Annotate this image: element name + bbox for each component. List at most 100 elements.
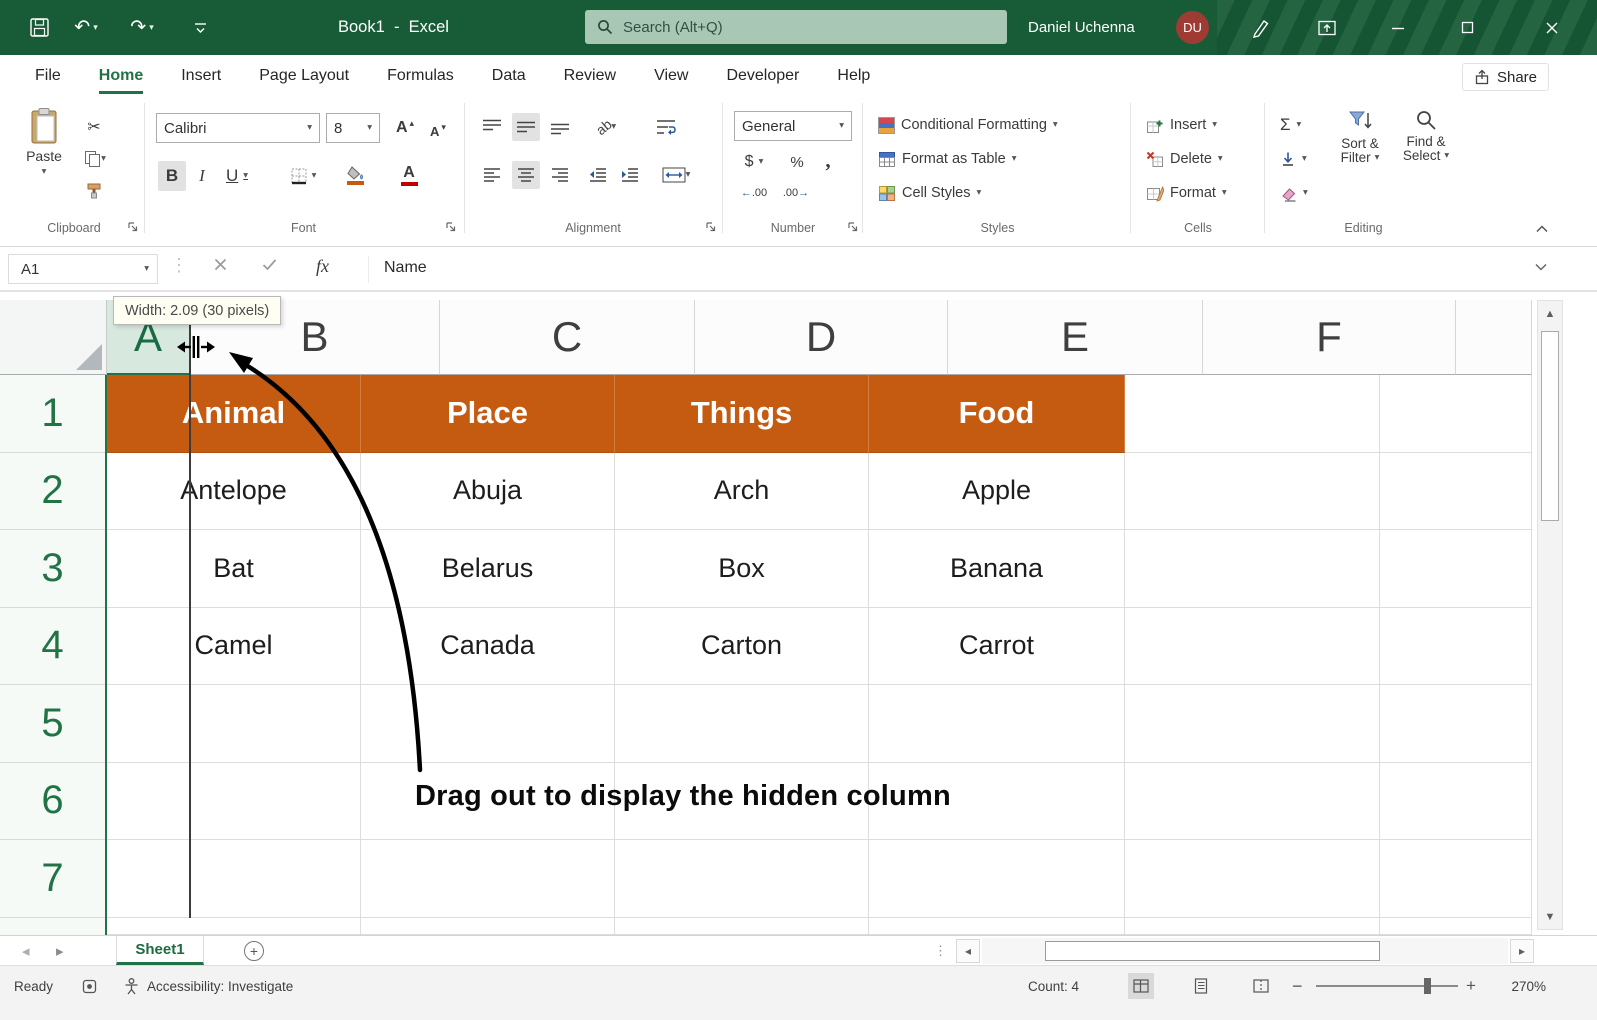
avatar[interactable]: DU [1176,11,1209,44]
align-center-button[interactable] [512,161,540,189]
grid-cell[interactable]: Antelope [107,452,361,530]
grid-cell[interactable] [1125,375,1380,453]
row-header-6[interactable]: 6 [0,762,105,840]
grid-cell[interactable] [361,685,615,763]
borders-button[interactable]: ▾ [282,161,324,191]
grid-cell[interactable] [1125,917,1380,935]
sort-filter-button[interactable]: Sort & Filter ▾ [1330,109,1390,165]
scroll-up-button[interactable]: ▲ [1538,301,1562,326]
row-header-2[interactable]: 2 [0,452,105,530]
increase-decimal-button[interactable]: ←.00 [736,181,772,205]
column-header-D[interactable]: D [695,300,948,375]
fill-button[interactable]: ▾ [1280,145,1307,173]
horizontal-scroll-thumb[interactable] [1045,941,1380,961]
grid-cell[interactable] [1125,685,1380,763]
grid-cell[interactable]: Animal [107,375,361,453]
align-left-button[interactable] [478,161,506,189]
save-button[interactable] [22,0,56,55]
undo-button[interactable]: ↶ ▾ [64,0,108,55]
align-right-button[interactable] [546,161,574,189]
share-button[interactable]: Share [1461,63,1549,91]
sheet-tab-sheet1[interactable]: Sheet1 [116,936,204,965]
grid-cell[interactable]: Place [361,375,615,453]
scroll-left-button[interactable]: ◂ [956,939,980,963]
enter-button[interactable] [262,258,277,271]
increase-indent-button[interactable] [616,161,644,189]
grid-cell[interactable] [361,840,615,918]
delete-cells-button[interactable]: Delete ▾ [1146,145,1223,173]
grid-cell[interactable] [1125,840,1380,918]
increase-font-size-button[interactable]: A ▴ [390,115,420,141]
collapse-ribbon-button[interactable] [1528,217,1556,239]
cell-styles-button[interactable]: Cell Styles ▾ [878,179,981,207]
grid-cell[interactable] [1125,607,1380,685]
row-header-3[interactable]: 3 [0,530,105,608]
grid-cell[interactable] [1125,452,1380,530]
decrease-decimal-button[interactable]: .00→ [778,181,814,205]
font-name-combobox[interactable]: Calibri ▾ [156,113,320,143]
zoom-slider-thumb[interactable] [1424,978,1431,994]
grid-cell[interactable]: Canada [361,607,615,685]
decrease-indent-button[interactable] [584,161,612,189]
grid-cell[interactable] [1380,607,1532,685]
grid-cell[interactable]: Banana [869,530,1125,608]
zoom-slider[interactable] [1316,978,1458,994]
tab-file[interactable]: File [16,55,80,97]
middle-align-button[interactable] [512,113,540,141]
grid-cell[interactable] [107,917,361,935]
copy-button[interactable]: ▾ [78,147,112,171]
format-painter-button[interactable] [82,179,106,203]
next-sheet-button[interactable]: ▸ [56,936,64,966]
underline-button[interactable]: U ▾ [218,161,256,191]
grid-cell[interactable] [1125,530,1380,608]
minimize-button[interactable] [1368,0,1428,55]
inking-button[interactable] [1240,0,1282,55]
name-box-resize-handle[interactable]: ⋮ [170,255,188,276]
grid-cell[interactable] [869,917,1125,935]
zoom-in-button[interactable]: + [1466,975,1476,997]
tab-formulas[interactable]: Formulas [368,55,473,97]
ribbon-display-options-button[interactable] [1306,0,1348,55]
grid-cell[interactable] [869,840,1125,918]
grid-cell[interactable] [1380,917,1532,935]
insert-function-button[interactable]: fx [316,256,329,277]
tab-insert[interactable]: Insert [162,55,240,97]
page-break-preview-button[interactable] [1248,973,1274,999]
zoom-out-button[interactable]: − [1292,975,1303,997]
grid-cell[interactable] [1380,375,1532,453]
accessibility-status[interactable]: Accessibility: Investigate [124,975,293,997]
alignment-dialog-launcher[interactable] [704,220,719,235]
previous-sheet-button[interactable]: ◂ [22,936,30,966]
grid-cell[interactable]: Bat [107,530,361,608]
row-header-partial[interactable] [0,917,105,935]
grid-cell[interactable]: Carrot [869,607,1125,685]
italic-button[interactable]: I [190,161,214,191]
grid-cell[interactable] [361,917,615,935]
close-button[interactable] [1506,0,1597,55]
normal-view-button[interactable] [1128,973,1154,999]
cut-button[interactable]: ✂ [82,115,106,139]
grid-cell[interactable] [615,917,869,935]
tab-strip-resize-handle[interactable]: ⋮ [934,936,947,966]
grid-cell[interactable]: Camel [107,607,361,685]
clear-button[interactable]: ▾ [1280,179,1308,207]
format-as-table-button[interactable]: Format as Table ▾ [878,145,1016,173]
grid-cell[interactable]: Box [615,530,869,608]
search-box[interactable] [585,10,1007,44]
font-size-combobox[interactable]: 8 ▾ [326,113,380,143]
expand-formula-bar-button[interactable] [1534,263,1548,272]
font-color-button[interactable]: A [386,159,432,191]
wrap-text-button[interactable] [648,113,684,141]
grid-cell[interactable]: Food [869,375,1125,453]
scroll-down-button[interactable]: ▼ [1538,904,1562,929]
insert-cells-button[interactable]: Insert ▾ [1146,111,1217,139]
grid-cell[interactable]: Things [615,375,869,453]
vertical-scroll-thumb[interactable] [1541,331,1559,521]
grid-cell[interactable] [615,685,869,763]
tab-home[interactable]: Home [80,55,162,97]
column-header-C[interactable]: C [440,300,695,375]
grid-cell[interactable] [107,762,361,840]
maximize-button[interactable] [1436,0,1498,55]
percent-style-button[interactable]: % [784,149,810,175]
number-format-combobox[interactable]: General ▾ [734,111,852,141]
